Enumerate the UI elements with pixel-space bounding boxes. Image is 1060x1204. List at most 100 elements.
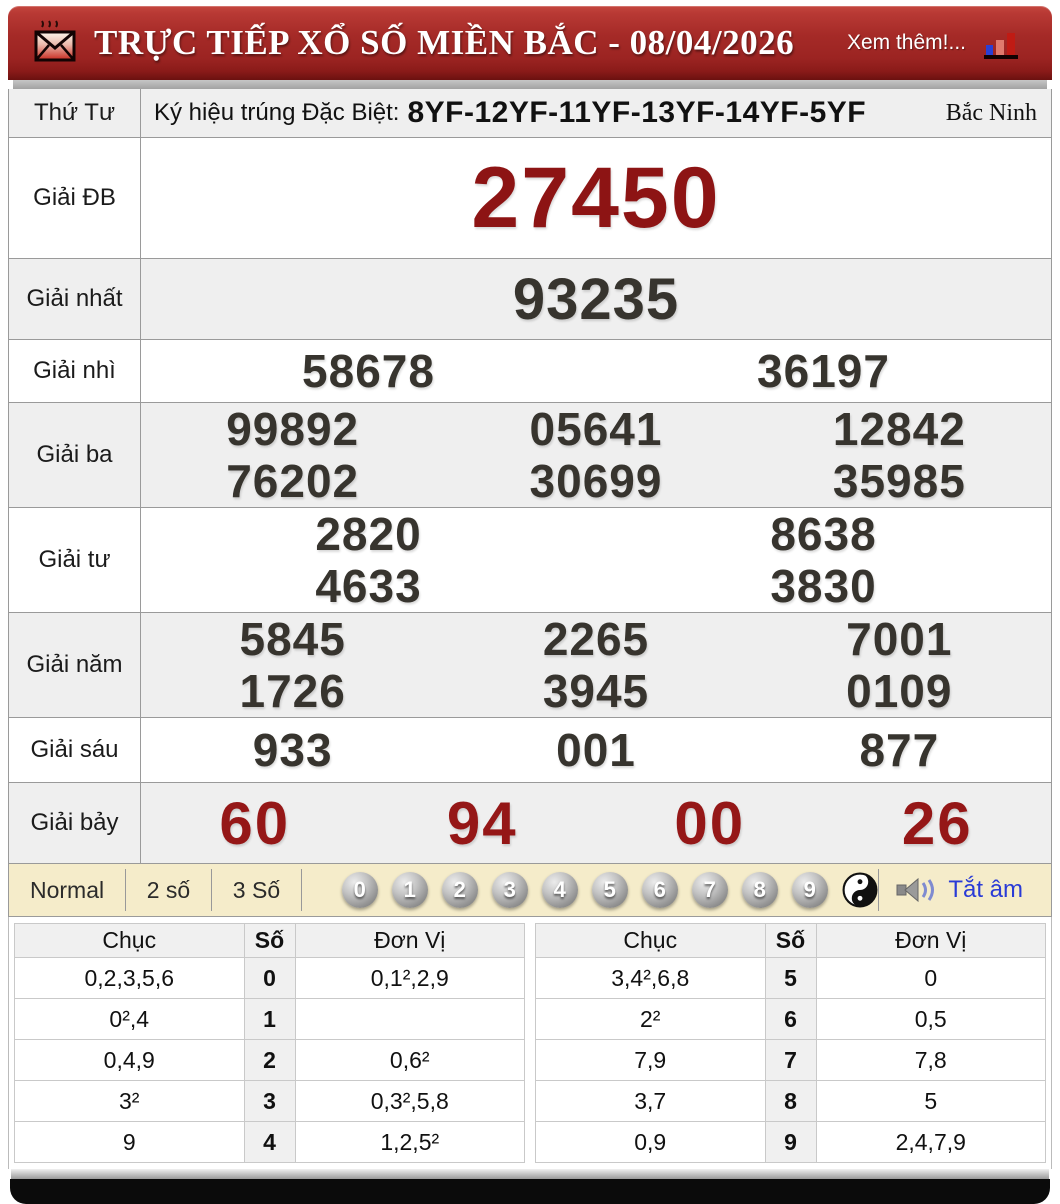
special-sign-label: Ký hiệu trúng Đặc Biệt: bbox=[154, 99, 400, 126]
special-sign-codes: 8YF-12YF-11YF-13YF-14YF-5YF bbox=[407, 96, 867, 129]
mode-2-digits[interactable]: 2 số bbox=[126, 877, 211, 904]
number-ball-8[interactable]: 8 bbox=[741, 872, 778, 908]
stats-cell-digit: 9 bbox=[764, 1121, 817, 1163]
number-ball-4[interactable]: 4 bbox=[541, 872, 578, 908]
mode-normal[interactable]: Normal bbox=[9, 877, 125, 904]
prize-label: Giải bảy bbox=[9, 783, 141, 863]
prize-number: 4633 bbox=[315, 560, 422, 612]
stats-cell-units bbox=[294, 998, 525, 1040]
stats-row: 0²,4 1 bbox=[14, 998, 525, 1040]
stats-header-units: Đơn Vị bbox=[815, 923, 1046, 958]
prize-label: Giải sáu bbox=[9, 718, 141, 782]
bar-chart-icon[interactable] bbox=[984, 33, 1018, 59]
stats-cell-units: 0,5 bbox=[815, 998, 1046, 1040]
stats-cell-digit: 3 bbox=[243, 1080, 296, 1122]
prize-number: 2265 bbox=[542, 613, 650, 665]
prize-label: Giải nhì bbox=[9, 340, 141, 402]
prize-row-second: Giải nhì 58678 36197 bbox=[9, 339, 1051, 402]
number-ball-9[interactable]: 9 bbox=[791, 872, 828, 908]
stats-table-right: Chục Số Đơn Vị 3,4²,6,8 5 0 2² 6 0,5 7,9… bbox=[535, 923, 1046, 1163]
prize-row-sixth: Giải sáu 933 001 877 bbox=[9, 717, 1051, 782]
prize-number: 2820 bbox=[315, 508, 422, 560]
stats-cell-tens: 0²,4 bbox=[14, 998, 245, 1040]
stats-row: 9 4 1,2,5² bbox=[14, 1121, 525, 1163]
prize-number: 933 bbox=[252, 724, 333, 776]
stats-header-units: Đơn Vị bbox=[294, 923, 525, 958]
prize-number: 58678 bbox=[302, 345, 435, 397]
prize-number: 60 bbox=[219, 789, 291, 857]
banner-shadow-strip bbox=[13, 80, 1047, 89]
prize-row-fifth: Giải năm 5845 2265 7001 1726 3945 0109 bbox=[9, 612, 1051, 717]
prize-number: 00 bbox=[674, 789, 746, 857]
divider bbox=[877, 869, 879, 911]
stats-cell-tens: 3² bbox=[14, 1080, 245, 1122]
stats-cell-tens: 2² bbox=[535, 998, 766, 1040]
prize-row-third: Giải ba 99892 05641 12842 76202 30699 35… bbox=[9, 402, 1051, 507]
special-sign-row: Ký hiệu trúng Đặc Biệt: 8YF-12YF-11YF-13… bbox=[141, 89, 1051, 137]
info-row: Thứ Tư Ký hiệu trúng Đặc Biệt: 8YF-12YF-… bbox=[9, 89, 1051, 137]
stats-cell-units: 2,4,7,9 bbox=[815, 1121, 1046, 1163]
stats-cell-units: 0,1²,2,9 bbox=[294, 957, 525, 999]
prize-number: 94 bbox=[446, 789, 518, 857]
stats-cell-units: 0,3²,5,8 bbox=[294, 1080, 525, 1122]
prize-label: Giải ba bbox=[9, 403, 141, 507]
number-ball-group: 0 1 2 3 4 5 6 7 8 9 bbox=[341, 872, 878, 908]
prize-number: 0109 bbox=[846, 665, 953, 717]
stats-cell-digit: 8 bbox=[764, 1080, 817, 1122]
number-ball-5[interactable]: 5 bbox=[591, 872, 628, 908]
stats-row: 0,9 9 2,4,7,9 bbox=[535, 1121, 1046, 1163]
stats-cell-tens: 9 bbox=[14, 1121, 245, 1163]
stats-cell-digit: 6 bbox=[764, 998, 817, 1040]
weekday-label: Thứ Tư bbox=[9, 89, 141, 137]
control-bar: Normal 2 số 3 Số 0 1 2 3 4 5 6 7 8 9 Tắt… bbox=[8, 864, 1052, 917]
envelope-icon bbox=[32, 19, 80, 67]
prize-label: Giải ĐB bbox=[9, 138, 141, 258]
prize-number: 7001 bbox=[846, 613, 953, 665]
province-label: Bắc Ninh bbox=[945, 99, 1037, 126]
prize-number: 99892 bbox=[226, 403, 360, 455]
prize-row-seventh: Giải bảy 60 94 00 26 bbox=[9, 782, 1051, 863]
prize-number: 36197 bbox=[757, 345, 890, 397]
stats-cell-units: 5 bbox=[815, 1080, 1046, 1122]
stats-row: 2² 6 0,5 bbox=[535, 998, 1046, 1040]
prize-row-first: Giải nhất 93235 bbox=[9, 258, 1051, 339]
stats-header-digit: Số bbox=[764, 923, 817, 958]
prize-number: 001 bbox=[556, 724, 636, 776]
prize-number: 1726 bbox=[239, 665, 346, 717]
stats-row: 3,4²,6,8 5 0 bbox=[535, 957, 1046, 999]
stats-section: Chục Số Đơn Vị 0,2,3,5,6 0 0,1²,2,9 0²,4… bbox=[8, 917, 1052, 1169]
stats-cell-tens: 7,9 bbox=[535, 1039, 766, 1081]
stats-header-tens: Chục bbox=[535, 923, 766, 958]
stats-cell-units: 0,6² bbox=[294, 1039, 525, 1081]
stats-cell-digit: 5 bbox=[764, 957, 817, 999]
stats-row: 3,7 8 5 bbox=[535, 1080, 1046, 1122]
more-link[interactable]: Xem thêm!... bbox=[847, 31, 966, 55]
stats-row: 3² 3 0,3²,5,8 bbox=[14, 1080, 525, 1122]
prize-number: 26 bbox=[901, 789, 973, 857]
prize-number: 76202 bbox=[226, 455, 360, 507]
lottery-widget: TRỰC TIẾP XỔ SỐ MIỀN BẮC - 08/04/2026 Xe… bbox=[8, 6, 1052, 1204]
stats-header-tens: Chục bbox=[14, 923, 245, 958]
stats-cell-units: 1,2,5² bbox=[294, 1121, 525, 1163]
mute-button[interactable]: Tắt âm bbox=[896, 875, 1023, 905]
stats-header-digit: Số bbox=[243, 923, 296, 958]
stats-cell-digit: 1 bbox=[243, 998, 296, 1040]
prize-number: 8638 bbox=[770, 508, 877, 560]
mode-3-digits[interactable]: 3 Số bbox=[212, 877, 301, 904]
footer-bar bbox=[10, 1179, 1050, 1204]
number-ball-3[interactable]: 3 bbox=[491, 872, 528, 908]
prize-number: 93235 bbox=[512, 266, 680, 332]
stats-cell-digit: 7 bbox=[764, 1039, 817, 1081]
number-ball-7[interactable]: 7 bbox=[691, 872, 728, 908]
number-ball-1[interactable]: 1 bbox=[391, 872, 428, 908]
page-title: TRỰC TIẾP XỔ SỐ MIỀN BẮC - 08/04/2026 bbox=[94, 23, 795, 62]
stats-cell-tens: 3,7 bbox=[535, 1080, 766, 1122]
number-ball-0[interactable]: 0 bbox=[341, 872, 378, 908]
prize-label: Giải nhất bbox=[9, 259, 141, 339]
number-ball-6[interactable]: 6 bbox=[641, 872, 678, 908]
stats-cell-units: 0 bbox=[815, 957, 1046, 999]
number-ball-2[interactable]: 2 bbox=[441, 872, 478, 908]
prize-number: 3830 bbox=[770, 560, 877, 612]
yin-yang-icon[interactable] bbox=[842, 872, 878, 908]
prize-label: Giải tư bbox=[9, 508, 141, 612]
